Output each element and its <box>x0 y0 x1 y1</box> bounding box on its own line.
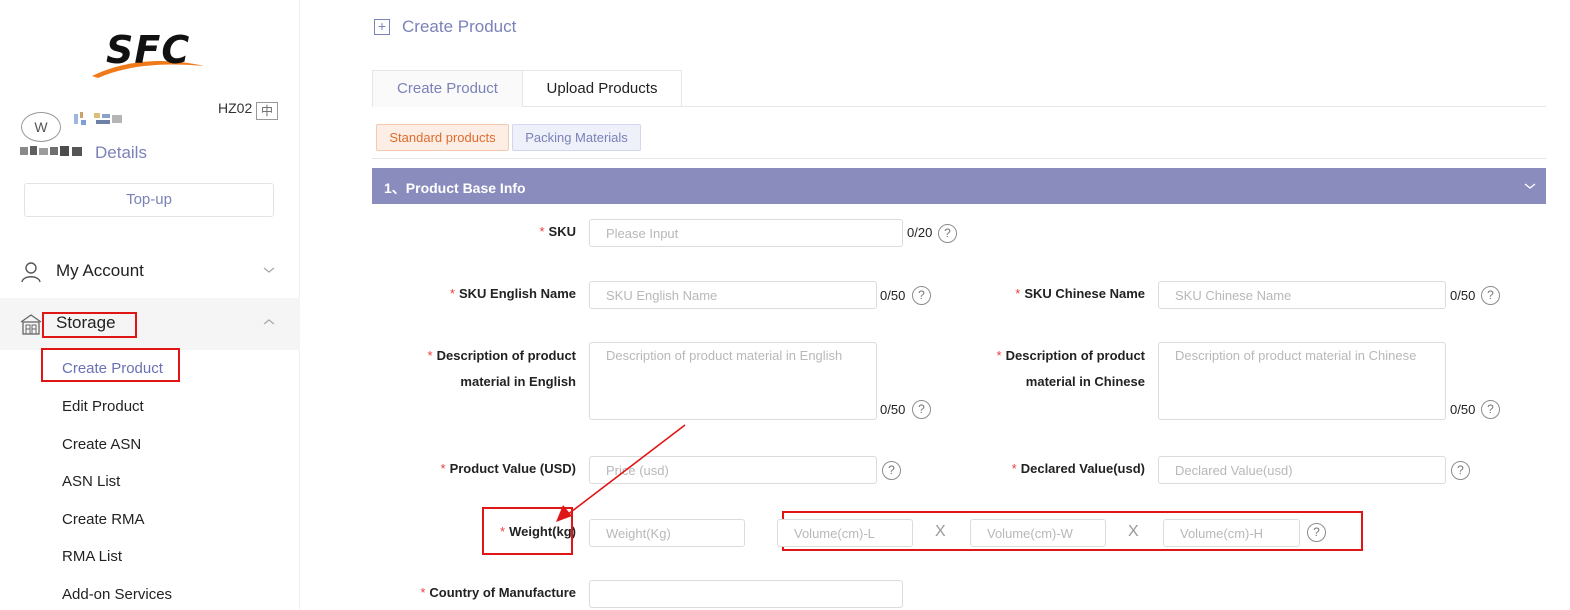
desc-english-counter: 0/50 <box>880 402 906 417</box>
volume-width-input[interactable] <box>970 519 1106 547</box>
sku-chinese-name-counter: 0/50 <box>1450 288 1476 303</box>
submenu-asn-list[interactable]: ASN List <box>62 473 120 490</box>
declared-value-input[interactable] <box>1158 456 1446 484</box>
sku-label: * SKU <box>539 224 576 239</box>
logo-text: SFC <box>106 28 191 72</box>
country-label: * Country of Manufacture <box>420 585 576 600</box>
annotation-box-storage <box>42 312 137 338</box>
help-icon[interactable]: ? <box>938 224 957 243</box>
desc-english-label: * Description of product <box>427 348 576 363</box>
chevron-down-icon <box>1524 183 1536 189</box>
section-header-product-base-info[interactable]: 1、Product Base Info <box>372 168 1546 204</box>
sku-counter: 0/20 <box>907 225 933 240</box>
chip-packing-materials[interactable]: Packing Materials <box>512 124 641 151</box>
help-icon[interactable]: ? <box>912 400 931 419</box>
help-icon[interactable]: ? <box>1481 400 1500 419</box>
annotation-box-weight <box>482 507 573 555</box>
warehouse-icon <box>20 314 42 335</box>
chevron-up-icon <box>263 319 275 325</box>
times-separator: X <box>1128 523 1139 540</box>
help-icon[interactable]: ? <box>1307 523 1326 542</box>
sidebar-item-label: My Account <box>56 261 144 280</box>
sku-input[interactable] <box>589 219 903 247</box>
sidebar-item-my-account[interactable]: My Account <box>0 246 300 298</box>
chips-divider <box>372 158 1546 159</box>
product-value-input[interactable] <box>589 456 877 484</box>
topup-button[interactable]: Top-up <box>24 183 274 217</box>
submenu-edit-product[interactable]: Edit Product <box>62 398 144 415</box>
chevron-down-icon <box>263 267 275 273</box>
volume-height-input[interactable] <box>1163 519 1300 547</box>
sku-english-name-label: * SKU English Name <box>449 286 576 301</box>
desc-english-textarea[interactable] <box>589 342 877 420</box>
sku-chinese-name-label: * SKU Chinese Name <box>1015 286 1145 301</box>
desc-chinese-label-line2: material in Chinese <box>1025 374 1145 389</box>
sku-english-name-input[interactable] <box>589 281 877 309</box>
submenu-create-asn[interactable]: Create ASN <box>62 436 141 453</box>
sku-english-name-counter: 0/50 <box>880 288 906 303</box>
sfc-logo[interactable]: SFC <box>90 28 210 80</box>
weight-input[interactable] <box>589 519 745 547</box>
desc-english-label-line2: material in English <box>460 374 576 389</box>
country-input[interactable] <box>589 580 903 608</box>
user-name-redacted <box>74 112 122 125</box>
declared-value-label: * Declared Value(usd) <box>1011 461 1145 476</box>
help-icon[interactable]: ? <box>912 286 931 305</box>
page-title: Create Product <box>402 17 517 36</box>
help-icon[interactable]: ? <box>1481 286 1500 305</box>
volume-length-input[interactable] <box>777 519 913 547</box>
desc-chinese-counter: 0/50 <box>1450 402 1476 417</box>
annotation-box-create-product <box>41 348 180 382</box>
product-value-label: * Product Value (USD) <box>440 461 576 476</box>
tab-upload-products[interactable]: Upload Products <box>522 70 682 107</box>
main-content: + Create Product Create Product Upload P… <box>340 0 1570 610</box>
chip-standard-products[interactable]: Standard products <box>376 124 509 151</box>
section-title: 1、Product Base Info <box>384 180 526 196</box>
tab-create-product[interactable]: Create Product <box>372 70 523 107</box>
desc-chinese-label: * Description of product <box>996 348 1145 363</box>
submenu-add-on-services[interactable]: Add-on Services <box>62 586 172 603</box>
avatar[interactable]: W <box>21 112 61 142</box>
help-icon[interactable]: ? <box>882 461 901 480</box>
account-id-redacted <box>20 146 82 156</box>
plus-square-icon: + <box>374 19 390 35</box>
times-separator: X <box>935 523 946 540</box>
details-link[interactable]: Details <box>95 143 147 163</box>
user-icon <box>21 262 41 283</box>
sku-chinese-name-input[interactable] <box>1158 281 1446 309</box>
submenu-create-rma[interactable]: Create RMA <box>62 511 145 528</box>
app-root: SFC W HZ02 中 Details Top-up My Account S… <box>0 0 1570 610</box>
language-toggle[interactable]: 中 <box>256 102 278 120</box>
help-icon[interactable]: ? <box>1451 461 1470 480</box>
warehouse-code: HZ02 <box>218 100 253 116</box>
submenu-rma-list[interactable]: RMA List <box>62 548 122 565</box>
desc-chinese-textarea[interactable] <box>1158 342 1446 420</box>
sidebar: SFC W HZ02 中 Details Top-up My Account S… <box>0 0 300 610</box>
